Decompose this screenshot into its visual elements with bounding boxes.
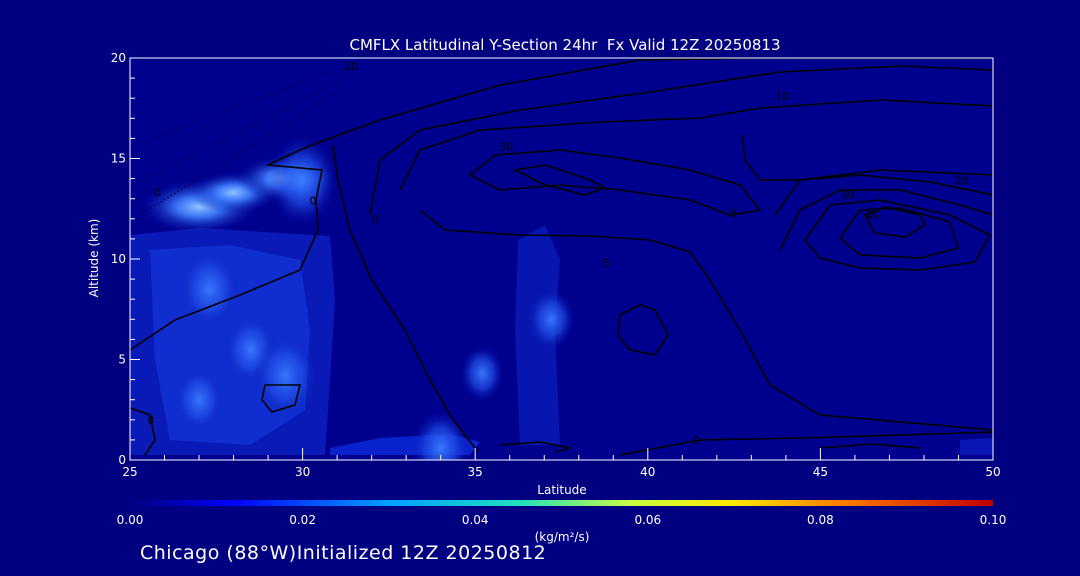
contour-label: 5: [603, 257, 610, 270]
shaded-blob: [179, 250, 240, 329]
contour-label: 20: [955, 175, 969, 188]
contour-label: 30: [499, 140, 513, 153]
contour-label: 0: [372, 213, 379, 226]
colorbar-tick-label: 0.10: [980, 513, 1007, 527]
colorbar-tick-label: 0.00: [117, 513, 144, 527]
contour-label: 5: [731, 207, 738, 220]
colorbar-tick-label: 0.08: [807, 513, 834, 527]
contour-label: 0: [309, 195, 316, 208]
y-tick-label: 20: [111, 51, 126, 65]
contour-label: 20: [344, 60, 358, 73]
x-tick-label: 35: [468, 465, 483, 479]
chart: CMFLX Latitudinal Y-Section 24hr Fx Vali…: [87, 36, 1007, 544]
contour-label: 0: [693, 434, 700, 447]
colorbar: [130, 500, 993, 506]
y-tick-label: 15: [111, 152, 126, 166]
shaded-blob: [253, 334, 318, 417]
colorbar-tick-label: 0.02: [289, 513, 316, 527]
shaded-region-surface-east: [960, 438, 993, 455]
y-axis-label: Altitude (km): [87, 219, 101, 298]
footer-location: Chicago (88°W)Initialized 12Z 20250812: [140, 542, 547, 564]
y-tick-label: 5: [118, 353, 126, 367]
x-tick-label: 50: [985, 465, 1000, 479]
shaded-blob: [461, 346, 504, 401]
contour-label: 10: [775, 90, 789, 103]
y-tick-label: 10: [111, 252, 126, 266]
x-tick-label: 30: [295, 465, 310, 479]
x-axis-label: Latitude: [537, 483, 586, 497]
colorbar-tick-label: 0.06: [634, 513, 661, 527]
contour-label: 30: [841, 189, 855, 202]
x-tick-label: 40: [640, 465, 655, 479]
contour-label: 0: [147, 414, 154, 427]
shaded-blob: [269, 136, 337, 225]
x-tick-label: 25: [122, 465, 137, 479]
shaded-blob: [412, 411, 469, 460]
chart-title: CMFLX Latitudinal Y-Section 24hr Fx Vali…: [349, 36, 780, 54]
colorbar-ticks: 0.00 0.02 0.04 0.06 0.08 0.10: [117, 513, 1007, 527]
contour-label: 40: [865, 209, 879, 222]
shaded-blob: [528, 289, 574, 349]
contour-label: 0: [154, 187, 161, 200]
plot-area: 20 10 20 30 30 40 5 5 0 0 0 0 0: [130, 58, 993, 460]
shaded-blob: [174, 367, 224, 432]
y-tick-label: 0: [118, 453, 126, 467]
x-tick-label: 45: [813, 465, 828, 479]
colorbar-tick-label: 0.04: [462, 513, 489, 527]
